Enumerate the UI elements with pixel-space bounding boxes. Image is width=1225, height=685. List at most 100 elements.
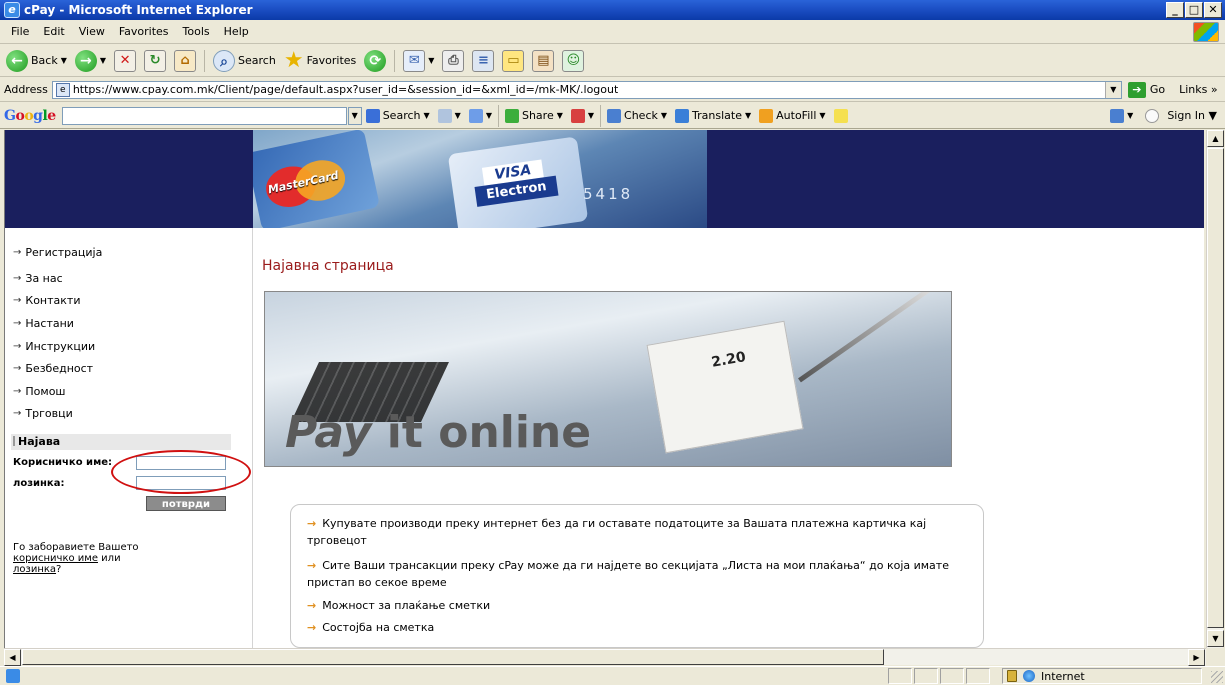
maximize-button[interactable]: □ xyxy=(1185,2,1203,18)
home-button[interactable]: ⌂ xyxy=(172,48,198,74)
google-search-dropdown-icon[interactable]: ▼ xyxy=(347,106,362,125)
toolbar-separator xyxy=(497,104,499,127)
google-highlight-button[interactable] xyxy=(830,108,852,123)
arrow-right-icon: → xyxy=(13,408,22,419)
mastercard-card: MasterCard xyxy=(253,130,381,228)
close-button[interactable]: ✕ xyxy=(1204,2,1222,18)
password-label: лозинка: xyxy=(13,478,65,489)
forgot-suffix: ? xyxy=(56,564,62,575)
sidebar-item-instructions[interactable]: → Инструкции xyxy=(13,340,95,353)
print-button[interactable]: ⎙ xyxy=(440,48,466,74)
media-button[interactable]: ⟳ xyxy=(362,48,388,74)
google-logo[interactable]: Google xyxy=(4,108,56,124)
arrow-right-icon: → xyxy=(13,341,22,352)
forgot-password-link[interactable]: лозинка xyxy=(13,564,56,575)
page-title: Најавна страница xyxy=(262,258,394,274)
refresh-icon: ↻ xyxy=(144,49,167,72)
favorites-label: Favorites xyxy=(306,54,357,67)
sidebar-item-events[interactable]: → Настани xyxy=(13,317,74,330)
scroll-up-button[interactable]: ▲ xyxy=(1207,130,1224,147)
chevron-down-icon: ▼ xyxy=(485,111,492,120)
toolbar-separator xyxy=(204,49,206,72)
standard-toolbar: ← Back ▼ → ▼ ✕ ↻ ⌂ ⌕ Search ★ Favorites … xyxy=(0,45,1225,77)
back-button[interactable]: ← Back ▼ xyxy=(4,48,69,74)
share-label: Share xyxy=(521,109,554,122)
google-bookmark-button[interactable]: ▼ xyxy=(465,108,496,123)
links-button[interactable]: Links » xyxy=(1179,83,1218,96)
favorites-button[interactable]: ★ Favorites xyxy=(282,48,358,74)
sidebar-item-help[interactable]: → Помош xyxy=(13,385,66,398)
list-item: → Можност за плаќање сметки xyxy=(307,599,491,612)
check-label: Check xyxy=(624,109,658,122)
vertical-scrollbar[interactable]: ▲ ▼ xyxy=(1206,130,1224,648)
banner-cards-image: MasterCard VISA Electron 5418 xyxy=(253,130,707,228)
horizontal-scroll-thumb[interactable] xyxy=(22,649,884,665)
menu-favorites[interactable]: Favorites xyxy=(112,25,176,38)
scroll-left-button[interactable]: ◀ xyxy=(4,649,21,666)
sidebar-item-registration[interactable]: → Регистрација xyxy=(13,246,102,259)
sidebar-item-about[interactable]: → За нас xyxy=(13,272,63,285)
address-input[interactable]: e https://www.cpay.com.mk/Client/page/de… xyxy=(51,80,1122,99)
internet-globe-icon xyxy=(1023,670,1035,682)
sidebar-item-label: Помош xyxy=(25,385,66,398)
search-button[interactable]: ⌕ Search xyxy=(211,48,278,74)
sidebar-item-merchants[interactable]: → Трговци xyxy=(13,407,73,420)
address-url[interactable]: https://www.cpay.com.mk/Client/page/defa… xyxy=(73,83,619,96)
sidebar-item-label: Контакти xyxy=(25,294,81,307)
google-share-button[interactable]: Share ▼ xyxy=(501,108,567,123)
forward-arrow-icon: → xyxy=(74,49,97,72)
research-button[interactable]: ▤ xyxy=(530,48,556,74)
google-autofill-button[interactable]: AutoFill ▼ xyxy=(755,108,829,123)
menu-file[interactable]: File xyxy=(4,25,36,38)
address-dropdown-icon[interactable]: ▼ xyxy=(1104,81,1121,98)
menu-view[interactable]: View xyxy=(72,25,112,38)
google-settings-button[interactable]: ▼ xyxy=(1106,108,1137,123)
ie-page-icon xyxy=(6,669,20,683)
lock-icon xyxy=(1007,670,1017,682)
google-check-button[interactable]: Check ▼ xyxy=(603,108,671,123)
menu-help[interactable]: Help xyxy=(217,25,256,38)
edit-button[interactable]: ≡ xyxy=(470,48,496,74)
sidebar-item-label: Регистрација xyxy=(25,246,103,259)
signin-button[interactable]: Sign In ▼ xyxy=(1167,109,1217,122)
scroll-right-button[interactable]: ▶ xyxy=(1188,649,1205,666)
google-sidewiki-button[interactable]: ▼ xyxy=(567,108,598,123)
menu-tools[interactable]: Tools xyxy=(176,25,217,38)
menu-edit[interactable]: Edit xyxy=(36,25,71,38)
sidebar-item-label: Настани xyxy=(25,317,74,330)
autofill-icon xyxy=(759,108,774,123)
stop-button[interactable]: ✕ xyxy=(112,48,138,74)
forgot-prefix: Го заборавиете Вашето xyxy=(13,542,139,553)
sidebar-item-contacts[interactable]: → Контакти xyxy=(13,294,80,307)
scroll-down-button[interactable]: ▼ xyxy=(1207,630,1224,647)
list-item: → Купувате производи преку интернет без д… xyxy=(307,517,927,547)
arrow-right-icon: → xyxy=(13,273,22,284)
google-search-button[interactable]: Search ▼ xyxy=(362,108,434,123)
google-pagerank-button[interactable]: ▼ xyxy=(434,108,465,123)
sidebar-item-security[interactable]: → Безбедност xyxy=(13,362,93,375)
edit-page-icon: ≡ xyxy=(472,49,495,72)
horizontal-scrollbar[interactable]: ◀ ▶ xyxy=(4,648,1206,666)
window-titlebar: e cPay - Microsoft Internet Explorer _ □… xyxy=(0,0,1225,20)
resize-grip-icon[interactable] xyxy=(1211,671,1223,683)
mail-button[interactable]: ✉ ▼ xyxy=(401,48,436,74)
bullet-arrow-icon: → xyxy=(307,621,317,634)
login-submit-button[interactable]: потврди xyxy=(146,496,226,511)
ie-icon: e xyxy=(4,2,20,18)
user-circle-icon xyxy=(1145,108,1160,123)
go-button[interactable]: ➔ Go xyxy=(1127,81,1165,98)
messenger-button[interactable]: ☺ xyxy=(560,48,586,74)
discuss-button[interactable]: ▭ xyxy=(500,48,526,74)
minimize-button[interactable]: _ xyxy=(1166,2,1184,18)
google-translate-button[interactable]: Translate ▼ xyxy=(671,108,755,123)
vertical-scroll-thumb[interactable] xyxy=(1207,148,1224,628)
stop-icon: ✕ xyxy=(114,49,137,72)
forgot-username-link[interactable]: корисничко име xyxy=(13,553,98,564)
back-arrow-icon: ← xyxy=(6,49,28,72)
google-signin-area: ▼ Sign In ▼ xyxy=(1106,108,1217,123)
forward-button[interactable]: → ▼ xyxy=(73,48,108,74)
chevron-down-icon: ▼ xyxy=(587,111,595,120)
refresh-button[interactable]: ↻ xyxy=(142,48,168,74)
google-search-input[interactable] xyxy=(61,106,347,125)
translate-label: Translate xyxy=(692,109,742,122)
